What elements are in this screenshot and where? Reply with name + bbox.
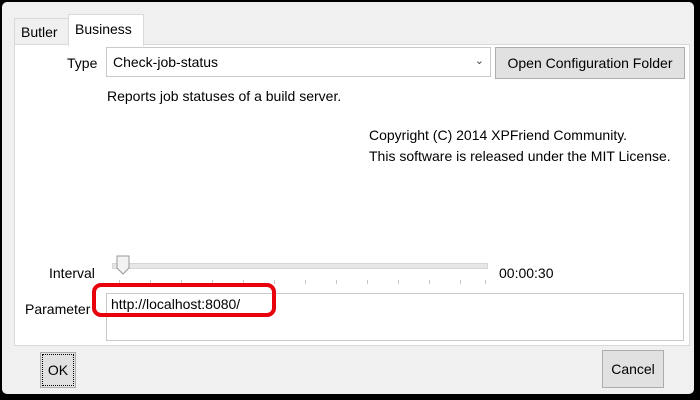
slider-tick bbox=[305, 280, 306, 284]
tab-business-label: Business bbox=[75, 21, 132, 37]
tab-butler-label: Butler bbox=[21, 24, 58, 40]
chevron-down-icon: ⌄ bbox=[474, 55, 484, 67]
interval-label: Interval bbox=[49, 265, 95, 281]
open-configuration-folder-button[interactable]: Open Configuration Folder bbox=[495, 47, 685, 79]
interval-value: 00:00:30 bbox=[499, 265, 554, 281]
cancel-button[interactable]: Cancel bbox=[602, 350, 664, 388]
type-label: Type bbox=[67, 55, 98, 71]
plugin-description: Reports job statuses of a build server. bbox=[107, 88, 342, 104]
slider-tick bbox=[367, 280, 368, 284]
dialog-window: Butler Business Type Check-job-status ⌄ … bbox=[2, 2, 694, 394]
parameter-label: Parameter bbox=[25, 301, 91, 317]
slider-tick bbox=[336, 280, 337, 284]
copyright-notice: Copyright (C) 2014 XPFriend Community. T… bbox=[369, 125, 671, 167]
ok-button[interactable]: OK bbox=[40, 352, 76, 388]
slider-thumb-icon[interactable] bbox=[116, 255, 130, 275]
tab-butler[interactable]: Butler bbox=[14, 18, 70, 44]
highlight-annotation bbox=[92, 283, 276, 317]
slider-tick bbox=[485, 280, 486, 284]
slider-tick bbox=[398, 280, 399, 284]
type-combobox-value: Check-job-status bbox=[113, 54, 219, 70]
interval-slider-track[interactable] bbox=[112, 263, 488, 269]
copyright-line-1: Copyright (C) 2014 XPFriend Community. bbox=[369, 127, 628, 143]
tab-business[interactable]: Business bbox=[68, 14, 144, 46]
slider-tick bbox=[274, 280, 275, 284]
slider-tick bbox=[429, 280, 430, 284]
copyright-line-2: This software is released under the MIT … bbox=[369, 148, 671, 164]
type-combobox[interactable]: Check-job-status ⌄ bbox=[106, 47, 491, 77]
business-panel: Type Check-job-status ⌄ Open Configurati… bbox=[14, 44, 690, 346]
slider-tick bbox=[460, 280, 461, 284]
